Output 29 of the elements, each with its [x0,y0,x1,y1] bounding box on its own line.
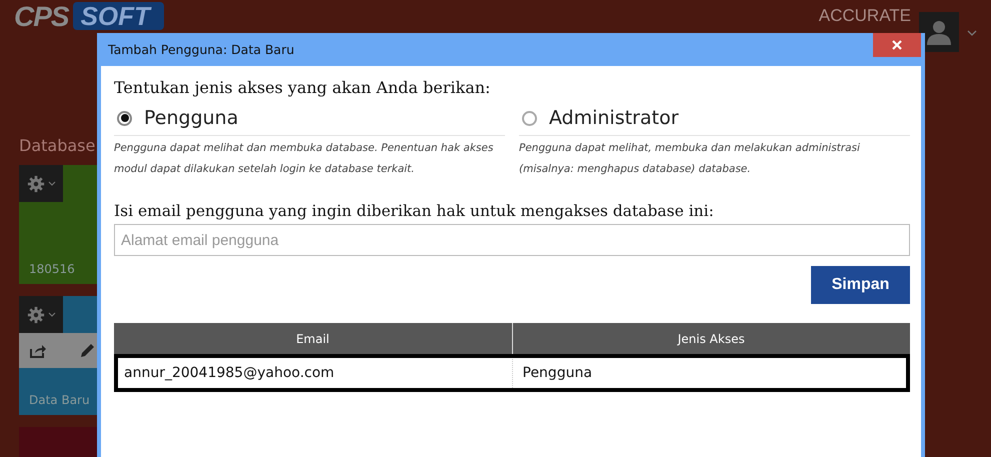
user-icon [925,18,953,46]
radio-button[interactable] [117,110,132,126]
tile-label: 180516 [28,262,76,278]
save-button[interactable]: Simpan [811,266,910,304]
logo-text: SOFT [72,2,164,30]
caret-icon [48,181,56,186]
radio-button[interactable] [522,110,537,126]
logo-text: CPS [14,2,69,31]
prompt-text: Tentukan jenis akses yang akan Anda berikan: [114,78,492,97]
dialog-title: Tambah Pengguna: Data Baru [107,42,294,57]
settings-button[interactable] [19,165,63,202]
pencil-icon[interactable] [79,342,95,358]
email-field[interactable]: Alamat email pengguna [114,224,910,256]
tile-label: Data Baru [28,393,91,409]
option-description: Pengguna dapat melihat, membuka dan melakukan administrasi (misalnya: menghapus database) database. [519,141,861,177]
close-button[interactable] [873,33,921,57]
caret-icon [48,312,56,317]
column-header: Email [114,323,512,354]
radio-option[interactable]: Pengguna [114,105,505,136]
section-title: Database [18,135,96,157]
user-menu-button[interactable] [919,12,959,52]
company-name: ACCURATE [818,6,911,26]
caret-icon[interactable] [967,30,977,36]
radio-option[interactable]: Administrator [519,105,910,136]
settings-button[interactable] [19,296,63,333]
column-header: Jenis Akses [512,323,910,354]
close-icon [892,40,902,50]
table-cell: Pengguna [512,354,910,392]
share-icon[interactable] [29,342,47,358]
